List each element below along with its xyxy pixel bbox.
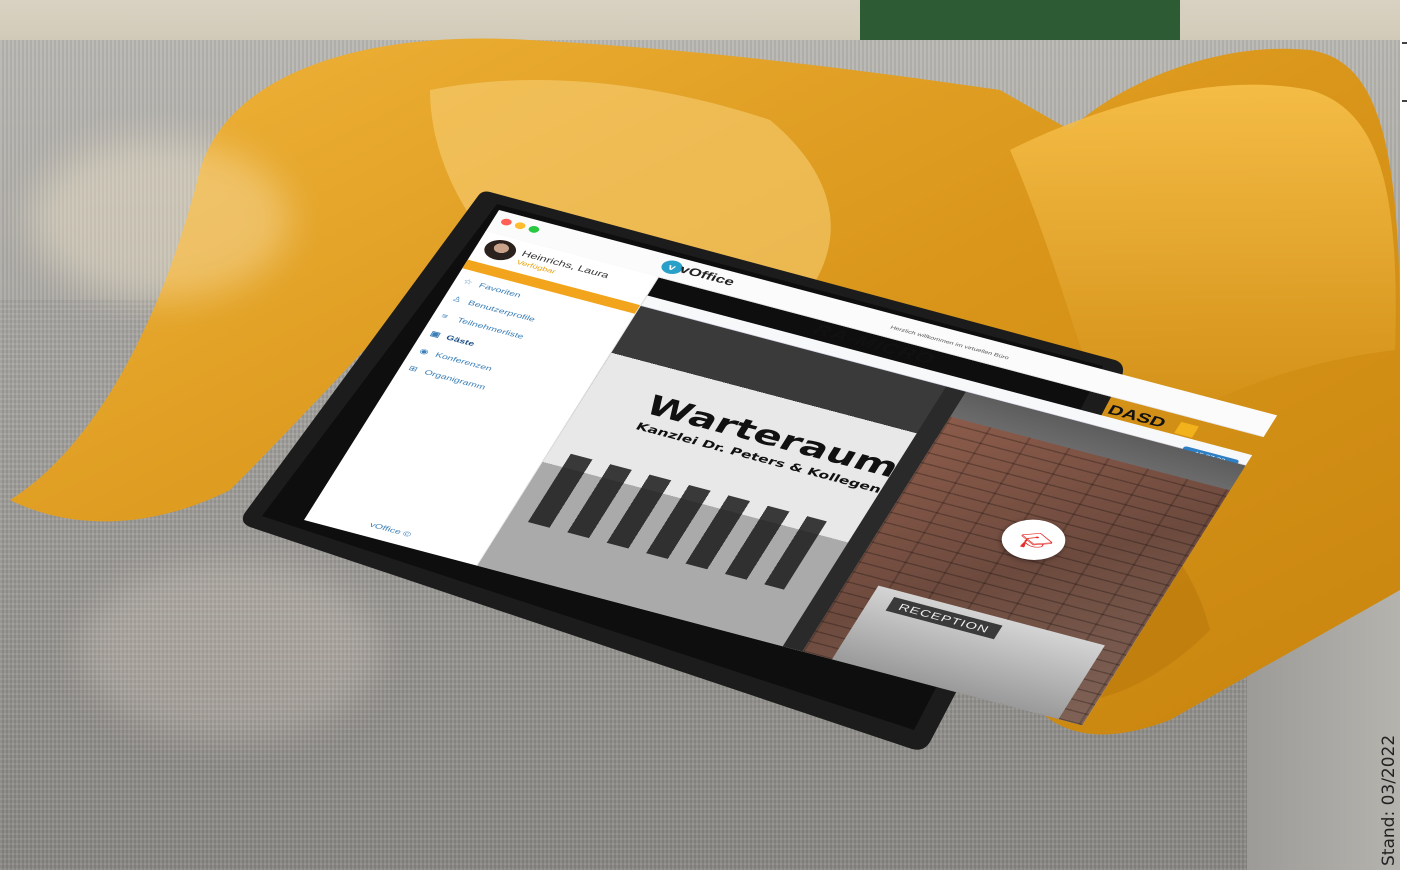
sidebar-footer: vOffice © [367,521,413,539]
guest-icon: ▣ [428,329,443,340]
maximize-dot-icon[interactable] [527,224,541,234]
sidebar-item-label: Organigramm [422,368,487,392]
sidebar-item-benutzerprofile[interactable]: ♙ Benutzerprofile [450,295,537,324]
minimize-dot-icon[interactable] [513,221,528,231]
margin-tick [1402,100,1407,102]
sidebar-item-favoriten[interactable]: ☆ Favoriten [461,278,523,300]
list-icon: ≡ [439,312,450,321]
margin-tick [1402,42,1407,44]
org-chart-icon: ⊞ [406,364,420,374]
page-margin [1400,0,1407,870]
star-icon: ☆ [461,277,475,287]
sidebar-item-label: Teilnehmerliste [455,316,526,341]
avatar[interactable] [479,236,521,264]
sidebar-item-label: Benutzerprofile [466,299,537,324]
sidebar-item-label: Konferenzen [433,351,494,373]
user-icon: ♙ [450,295,464,305]
sidebar-item-konferenzen[interactable]: ◉ Konferenzen [418,347,494,373]
sidebar-item-organigramm[interactable]: ⊞ Organigramm [407,365,487,392]
video-icon: ◉ [417,347,431,357]
close-dot-icon[interactable] [499,217,514,227]
sidebar-item-teilnehmerliste[interactable]: ≡ Teilnehmerliste [439,313,526,341]
date-stamp: Stand: 03/2022 [1379,734,1399,866]
sidebar-item-gaeste[interactable]: ▣ Gäste [428,330,476,349]
sidebar-item-label: Favoriten [477,281,523,300]
photo-scene: v vOffice Herzlich willkommen im virtuel… [0,0,1407,870]
sidebar-item-label: Gäste [444,334,476,349]
